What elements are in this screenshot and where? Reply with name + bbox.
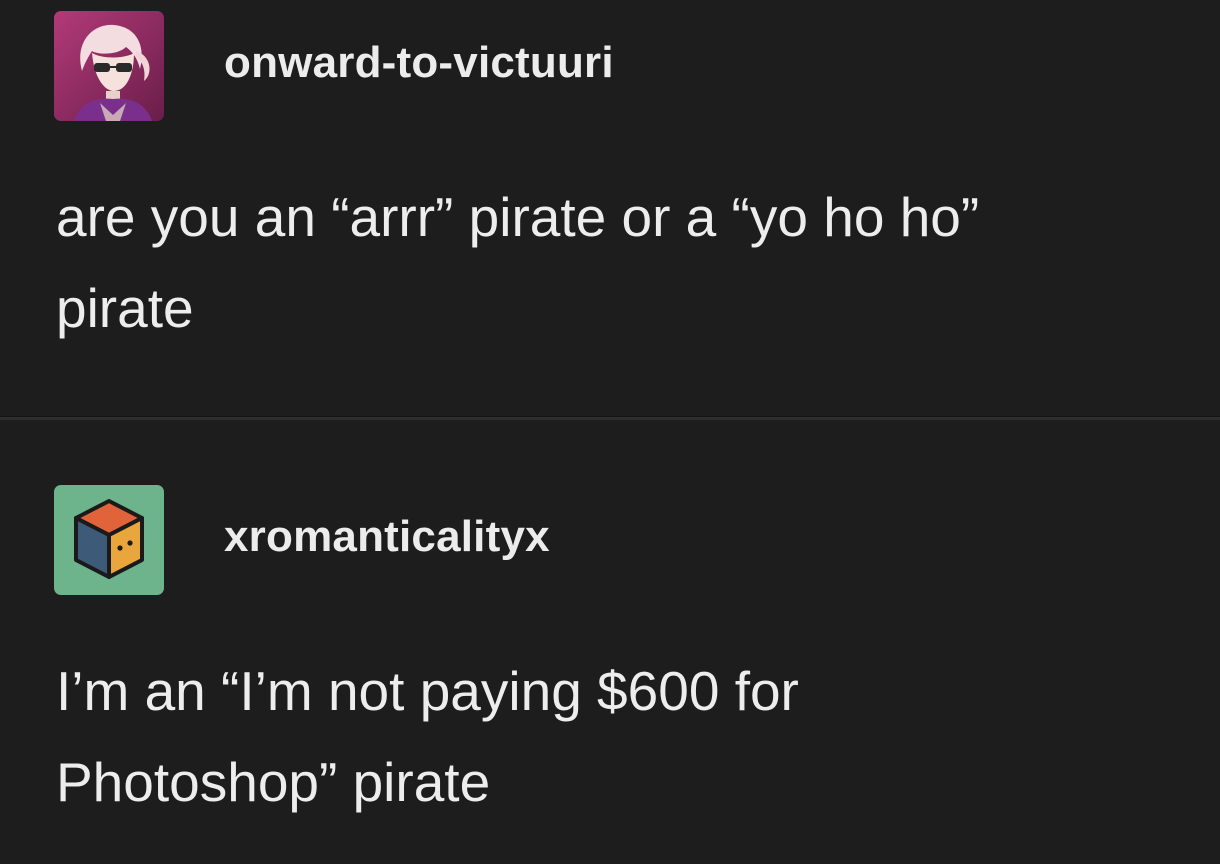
username[interactable]: onward-to-victuuri bbox=[224, 38, 614, 88]
post-xromanticalityx: xromanticalityx I’m an “I’m not paying $… bbox=[0, 420, 1220, 864]
post-text-line: pirate bbox=[56, 277, 194, 339]
anime-character-avatar-icon[interactable] bbox=[54, 11, 164, 121]
post-text-line: I’m an “I’m not paying $600 for bbox=[56, 660, 799, 722]
username[interactable]: xromanticalityx bbox=[224, 512, 550, 562]
cube-avatar-icon[interactable] bbox=[54, 485, 164, 595]
post-text-line: are you an “arrr” pirate or a “yo ho ho” bbox=[56, 186, 980, 248]
post-onward-to-victuuri: onward-to-victuuri are you an “arrr” pir… bbox=[0, 0, 1220, 418]
post-text: are you an “arrr” pirate or a “yo ho ho”… bbox=[56, 172, 1206, 354]
post-text: I’m an “I’m not paying $600 for Photosho… bbox=[56, 646, 1206, 828]
post-text-line: Photoshop” pirate bbox=[56, 751, 491, 813]
